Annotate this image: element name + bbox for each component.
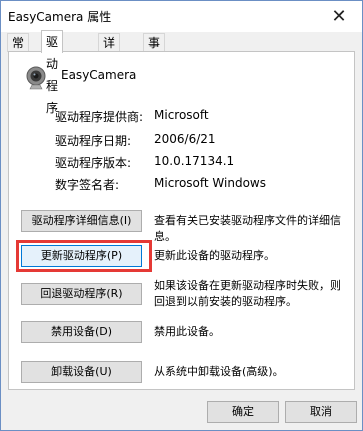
uninstall-device-button[interactable]: 卸载设备(U): [21, 361, 142, 383]
driver-version-value: 10.0.17134.1: [154, 154, 235, 168]
ok-button[interactable]: 确定: [207, 401, 279, 423]
driver-details-button[interactable]: 驱动程序详细信息(I): [21, 210, 142, 232]
uninstall-device-description: 从系统中卸载设备(高级)。: [154, 365, 284, 378]
tab-driver[interactable]: 驱动程序: [41, 30, 64, 115]
driver-provider-label: 驱动程序提供商:: [55, 110, 144, 124]
cancel-button[interactable]: 取消: [285, 401, 357, 423]
properties-dialog: EasyCamera 属性 ✕ 常规 驱动程序 详细信息 事件 EasyCame…: [0, 0, 363, 431]
tab-general[interactable]: 常规: [7, 33, 30, 68]
tab-events[interactable]: 事件: [143, 33, 166, 68]
device-name: EasyCamera: [61, 68, 137, 82]
driver-date-value: 2006/6/21: [154, 132, 216, 146]
driver-date-label: 驱动程序日期:: [55, 134, 132, 148]
webcam-icon: [26, 66, 46, 90]
driver-details-description: 查看有关已安装驱动程序文件的详细信息。: [154, 214, 341, 243]
driver-version-label: 驱动程序版本:: [55, 156, 132, 170]
disable-device-description: 禁用此设备。: [154, 325, 220, 338]
title-bar: EasyCamera 属性 ✕: [1, 1, 362, 32]
digital-signer-value: Microsoft Windows: [154, 176, 266, 190]
roll-back-driver-description: 如果该设备在更新驱动程序时失败，则回退到以前安装的驱动程序。: [154, 279, 341, 308]
close-icon[interactable]: ✕: [316, 1, 362, 32]
update-driver-button[interactable]: 更新驱动程序(P): [21, 245, 142, 267]
disable-device-button[interactable]: 禁用设备(D): [21, 321, 142, 343]
tab-details[interactable]: 详细信息: [98, 33, 121, 104]
digital-signer-label: 数字签名者:: [55, 178, 120, 192]
update-driver-description: 更新此设备的驱动程序。: [154, 249, 275, 262]
driver-tab-panel: EasyCamera 驱动程序提供商: Microsoft 驱动程序日期: 20…: [8, 51, 355, 390]
window-title: EasyCamera 属性: [8, 10, 112, 24]
roll-back-driver-button[interactable]: 回退驱动程序(R): [21, 283, 142, 305]
driver-provider-value: Microsoft: [154, 108, 209, 122]
